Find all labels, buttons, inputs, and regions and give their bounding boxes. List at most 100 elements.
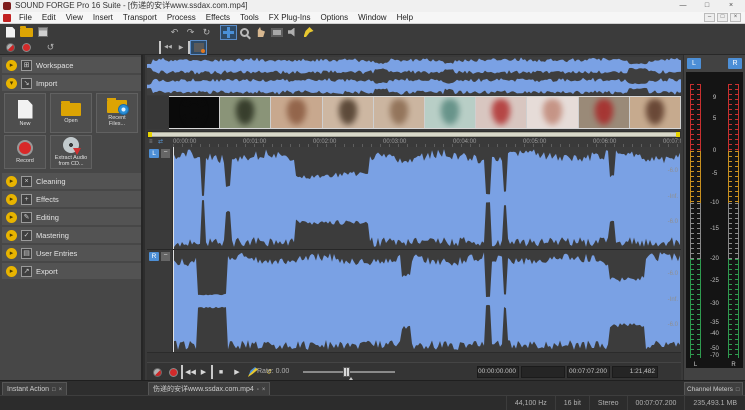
sidebar-section-cleaning[interactable]: ▸×Cleaning	[2, 173, 141, 189]
selection-start-display[interactable]	[521, 366, 565, 378]
arm-record-button[interactable]	[19, 41, 34, 54]
expand-icon[interactable]: ▸	[6, 176, 17, 187]
snap-icon[interactable]: ⇄	[158, 138, 163, 147]
db-label: -6.0	[668, 219, 678, 225]
rate-slider-thumb[interactable]	[343, 367, 350, 377]
minimize-button[interactable]: —	[671, 0, 695, 12]
snapshot-button[interactable]	[269, 26, 284, 39]
loop-end-marker[interactable]	[676, 132, 680, 137]
go-to-start-button[interactable]: ◀◀	[181, 365, 197, 379]
paint-tool-button[interactable]	[301, 26, 316, 39]
expand-icon[interactable]: ▸	[6, 248, 17, 259]
tab-open-file[interactable]: 伤递的安详www.ssdax.com.mp4 ▫ ×	[148, 382, 270, 396]
rate-slider[interactable]	[303, 371, 395, 373]
pan-zoom-tool-button[interactable]	[221, 26, 236, 39]
menu-help[interactable]: Help	[392, 12, 418, 24]
menu-edit[interactable]: Edit	[37, 12, 61, 24]
event-tool-button[interactable]	[191, 41, 206, 54]
position-scrollbar[interactable]	[147, 131, 681, 138]
menu-window[interactable]: Window	[353, 12, 391, 24]
time-ruler[interactable]: ≡⇄00:00:0000:01:0000:02:0000:03:0000:04:…	[147, 138, 681, 147]
expand-icon[interactable]: ▸	[6, 266, 17, 277]
close-icon[interactable]: ×	[262, 384, 266, 396]
expand-icon[interactable]: ▸	[6, 212, 17, 223]
magnify-tool-button[interactable]	[237, 26, 252, 39]
rate-label: Rate: 0.00	[257, 363, 289, 381]
collapse-icon[interactable]: ▾	[6, 78, 17, 89]
channel-L-minimize-button[interactable]: −	[161, 149, 170, 158]
waveform-display[interactable]: L−-6.0-Inf.-6.0R−-6.0-Inf.-6.0	[147, 147, 681, 352]
selection-end-display[interactable]: 00:07:07.200	[567, 366, 610, 378]
position-scrollbar-thumb[interactable]	[148, 132, 680, 137]
close-icon[interactable]: ×	[59, 384, 63, 396]
channel-L-badge[interactable]: L	[149, 149, 159, 158]
record-tile[interactable]: Record	[4, 135, 46, 169]
expand-icon[interactable]: ▸	[6, 60, 17, 71]
redo-button[interactable]: ↷	[183, 26, 198, 39]
float-window-icon[interactable]: ▫	[257, 384, 259, 396]
new-file-button[interactable]	[3, 26, 18, 39]
tab-instant-action[interactable]: Instant Action □ ×	[2, 382, 67, 396]
db-scale-gutter	[147, 147, 173, 249]
menu-process[interactable]: Process	[162, 12, 201, 24]
meter-left-channel-button[interactable]: L	[687, 58, 701, 69]
waveform-overview[interactable]	[147, 57, 681, 95]
sidebar-section-mastering[interactable]: ▸✓Mastering	[2, 227, 141, 243]
sidebar-section-export[interactable]: ▸↗Export	[2, 263, 141, 279]
menu-options[interactable]: Options	[316, 12, 354, 24]
menu-view[interactable]: View	[61, 12, 88, 24]
menu-fx-plug-ins[interactable]: FX Plug-Ins	[264, 12, 316, 24]
cursor-position-display[interactable]: 00:00:00.000	[477, 366, 519, 378]
sidebar-section-editing[interactable]: ▸✎Editing	[2, 209, 141, 225]
pin-icon[interactable]: □	[52, 384, 56, 396]
pin-icon[interactable]: □	[736, 384, 740, 396]
save-button[interactable]	[35, 26, 50, 39]
menu-transport[interactable]: Transport	[118, 12, 162, 24]
window-controls: —□×	[671, 0, 743, 12]
new-tile[interactable]: New	[4, 93, 46, 133]
go-to-end-button[interactable]: ▶	[197, 365, 213, 379]
maximize-button[interactable]: □	[695, 0, 719, 12]
sidebar-section-user-entries[interactable]: ▸▤User Entries	[2, 245, 141, 261]
sidebar-section-import[interactable]: ▾↘Import	[2, 75, 141, 91]
record-remote-button[interactable]	[149, 365, 165, 379]
channel-R-badge[interactable]: R	[149, 252, 159, 261]
video-frame-figure	[235, 99, 255, 126]
close-button[interactable]: ×	[719, 0, 743, 12]
meter-right-channel-button[interactable]: R	[728, 58, 742, 69]
record-options-button[interactable]	[3, 41, 18, 54]
menu-tools[interactable]: Tools	[235, 12, 264, 24]
horizontal-scrollbar[interactable]: ◂ ▸ ▸ + − ⊕	[147, 352, 681, 362]
undo-button[interactable]: ↶	[167, 26, 182, 39]
expand-icon[interactable]: ▸	[6, 194, 17, 205]
child-minimize-button[interactable]: –	[704, 13, 715, 22]
menu-file[interactable]: File	[14, 12, 37, 24]
sidebar-section-effects[interactable]: ▸+Effects	[2, 191, 141, 207]
expand-icon[interactable]: ▸	[6, 230, 17, 241]
child-restore-button[interactable]: □	[717, 13, 728, 22]
edit-tool-button[interactable]	[253, 26, 268, 39]
loop-start-marker[interactable]	[148, 132, 152, 137]
sidebar-section-workspace[interactable]: ▸⊞Workspace	[2, 57, 141, 73]
play-button[interactable]: ▶	[229, 365, 245, 379]
selection-length-display[interactable]: 1:21,482	[612, 366, 658, 378]
forward-button[interactable]: ▶	[175, 41, 190, 54]
recent-files-tile[interactable]: Recent Files...	[96, 93, 138, 133]
child-close-button[interactable]: ×	[730, 13, 741, 22]
menu-insert[interactable]: Insert	[88, 12, 118, 24]
loop-mode-button[interactable]: ↺	[43, 41, 58, 54]
rewind-button[interactable]: ◀◀	[159, 41, 174, 54]
record-button[interactable]	[165, 365, 181, 379]
extract-audio-tile[interactable]: Extract Audio from CD...	[50, 135, 92, 169]
audio-event-tool-button[interactable]	[285, 26, 300, 39]
menu-effects[interactable]: Effects	[201, 12, 235, 24]
open-file-button[interactable]	[19, 26, 34, 39]
ruler-lock-icon[interactable]: ≡	[149, 138, 153, 147]
open-tile[interactable]: Open	[50, 93, 92, 133]
tab-channel-meters[interactable]: Channel Meters □	[684, 382, 743, 396]
arm-record-icon	[22, 43, 31, 52]
stop-button[interactable]: ■	[213, 365, 229, 379]
channel-R-minimize-button[interactable]: −	[161, 252, 170, 261]
repeat-button[interactable]: ↻	[199, 26, 214, 39]
export-icon: ↗	[21, 266, 32, 277]
